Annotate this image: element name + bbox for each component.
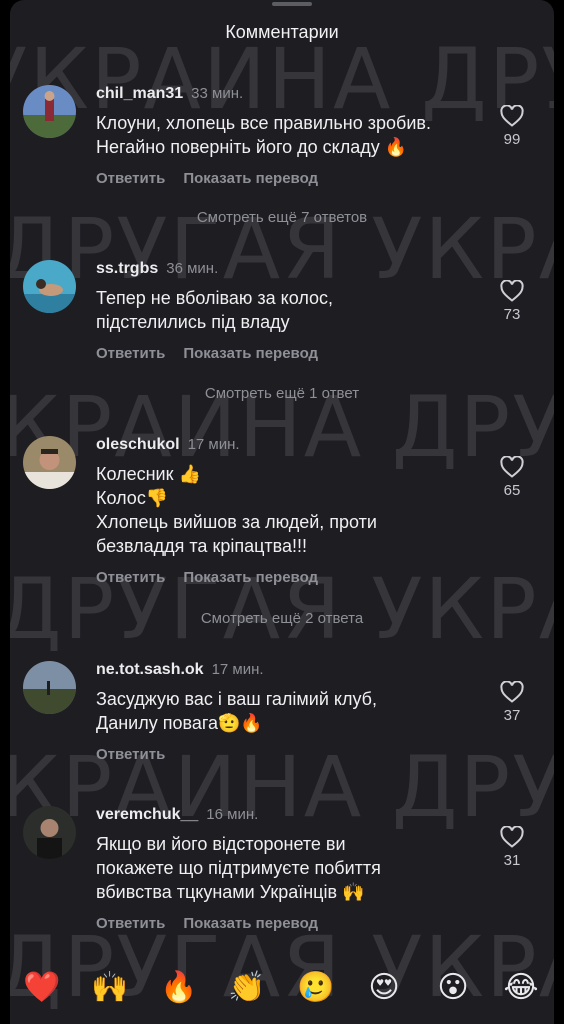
like-count: 99 [503, 131, 521, 148]
like-count: 31 [503, 852, 521, 869]
username[interactable]: oleschukol [96, 436, 180, 453]
translate-button[interactable]: Показать перевод [183, 569, 318, 586]
comment-header: ne.tot.sash.ok 17 мин. [96, 661, 264, 679]
heart-reaction-icon[interactable]: ❤️ [22, 968, 62, 1008]
comment-header: chil_man31 33 мин. [96, 85, 243, 103]
comment-text: Колесник 👍 Колос👎 Хлопець вийшов за люде… [96, 464, 377, 556]
comment-actions: Ответить Показать перевод [96, 170, 336, 187]
translate-button[interactable]: Показать перевод [183, 345, 318, 362]
quick-reactions-bar: ❤️ 🙌 🔥 👏 🥲 😍 😮 😂 [10, 968, 554, 1012]
comment-text: Якщо ви його відсторонете ви покажете що… [96, 834, 381, 902]
like-button[interactable]: 73 [492, 280, 532, 323]
username[interactable]: veremchuk__ [96, 806, 198, 823]
fire-reaction-icon[interactable]: 🔥 [159, 968, 199, 1008]
comment-header: ss.trgbs 36 мин. [96, 260, 218, 278]
avatar[interactable] [23, 436, 76, 489]
drag-handle[interactable] [272, 2, 312, 6]
teary-smile-reaction-icon[interactable]: 🥲 [296, 968, 336, 1008]
translate-button[interactable]: Показать перевод [183, 915, 318, 932]
comment-actions: Ответить [96, 746, 183, 763]
reply-button[interactable]: Ответить [96, 569, 165, 586]
timestamp: 17 мин. [211, 661, 264, 678]
like-button[interactable]: 99 [492, 105, 532, 148]
comment-actions: Ответить Показать перевод [96, 569, 336, 586]
reply-button[interactable]: Ответить [96, 345, 165, 362]
heart-icon [500, 681, 524, 703]
like-button[interactable]: 37 [492, 681, 532, 724]
avatar[interactable] [23, 85, 76, 138]
comment-header: oleschukol 17 мин. [96, 436, 240, 454]
reply-button[interactable]: Ответить [96, 746, 165, 763]
reply-button[interactable]: Ответить [96, 915, 165, 932]
heart-icon [500, 826, 524, 848]
heart-icon [500, 456, 524, 478]
comment-text: Засуджую вас і ваш галімий клуб, Данилу … [96, 689, 377, 733]
sheet-title: Комментарии [225, 22, 339, 42]
laughing-reaction-icon[interactable]: 😂 [501, 968, 541, 1008]
raised-hands-reaction-icon[interactable]: 🙌 [90, 968, 130, 1008]
username[interactable]: ne.tot.sash.ok [96, 661, 204, 678]
avatar[interactable] [23, 806, 76, 859]
like-button[interactable]: 65 [492, 456, 532, 499]
watermark-line: КРАИНА ДРУГАЯ [10, 738, 554, 836]
comment-actions: Ответить Показать перевод [96, 915, 336, 932]
comment-text: Тепер не вболіваю за колос, підстелились… [96, 288, 334, 332]
like-button[interactable]: 31 [492, 826, 532, 869]
surprised-reaction-icon[interactable]: 😮 [433, 968, 473, 1008]
avatar[interactable] [23, 661, 76, 714]
timestamp: 33 мин. [191, 85, 244, 102]
like-count: 73 [503, 306, 521, 323]
comment-actions: Ответить Показать перевод [96, 345, 336, 362]
clapping-reaction-icon[interactable]: 👏 [227, 968, 267, 1008]
translate-button[interactable]: Показать перевод [183, 170, 318, 187]
timestamp: 36 мин. [166, 260, 219, 277]
heart-icon [500, 280, 524, 302]
reply-button[interactable]: Ответить [96, 170, 165, 187]
view-more-replies[interactable]: Смотреть ещё 7 ответов [10, 209, 554, 226]
username[interactable]: chil_man31 [96, 85, 183, 102]
comment-text: Клоуни, хлопець все правильно зробив. Не… [96, 113, 431, 157]
avatar[interactable] [23, 260, 76, 313]
like-count: 65 [503, 482, 521, 499]
view-more-replies[interactable]: Смотреть ещё 2 ответа [10, 610, 554, 627]
timestamp: 17 мин. [187, 436, 240, 453]
heart-eyes-reaction-icon[interactable]: 😍 [364, 968, 404, 1008]
username[interactable]: ss.trgbs [96, 260, 158, 277]
comment-header: veremchuk__ 16 мин. [96, 806, 258, 824]
like-count: 37 [503, 707, 521, 724]
heart-icon [500, 105, 524, 127]
timestamp: 16 мин. [206, 806, 259, 823]
view-more-replies[interactable]: Смотреть ещё 1 ответ [10, 385, 554, 402]
comments-sheet: Комментарии УКРАИНА ДРУГАЯ ДРУГАЯ УКРАИН… [10, 0, 554, 1024]
